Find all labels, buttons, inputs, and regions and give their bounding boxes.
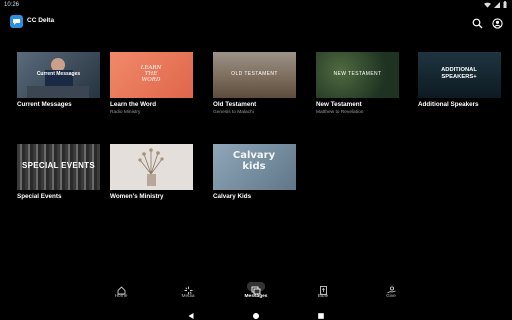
card-title: Calvary Kids: [213, 193, 252, 200]
nav-label: Bible: [317, 294, 329, 299]
search-icon[interactable]: [472, 16, 483, 29]
current-messages-thumbnail: Current Messages: [17, 52, 100, 98]
special-events-thumbnail: SPECIAL EVENTS: [17, 144, 100, 190]
additional-speakers-thumb-text: ADDITIONAL SPEAKERS+: [441, 67, 477, 80]
battery-icon: [503, 1, 507, 8]
current-messages-thumb-text: Current Messages: [36, 71, 81, 77]
app-title: CC Delta: [27, 17, 55, 24]
card-title: Learn the Word: [110, 101, 157, 108]
nav-label: Media: [181, 294, 195, 299]
card-title: Old Testament: [213, 101, 257, 108]
home-icon: [117, 282, 126, 295]
card-subtitle: Matthew to Revelation: [316, 110, 364, 115]
nav-label: Home: [114, 294, 128, 299]
recents-icon[interactable]: [317, 307, 325, 319]
back-icon[interactable]: [187, 307, 195, 319]
card-subtitle: Genesis to Malachi: [213, 110, 254, 115]
nav-media[interactable]: Media: [168, 282, 208, 299]
additional-speakers-thumbnail: ADDITIONAL SPEAKERS+: [418, 52, 501, 98]
new-testament-thumbnail: NEW TESTAMENT: [316, 52, 399, 98]
app-bar: CC Delta: [0, 11, 512, 33]
wifi-icon: [484, 2, 491, 8]
messages-icon: [247, 282, 265, 295]
dried-flowers-image: [138, 148, 164, 186]
card-title: Current Messages: [17, 101, 72, 108]
old-testament-thumb-text: OLD TESTAMENT: [231, 71, 278, 77]
nav-home[interactable]: Home: [101, 282, 141, 299]
learn-the-word-thumb-text: LEARN THE WORD: [140, 65, 162, 83]
system-navigation-bar: [0, 304, 512, 320]
calvary-kids-thumbnail: Calvary kids: [213, 144, 296, 190]
give-icon: [386, 282, 396, 294]
nav-messages[interactable]: Messages: [236, 282, 276, 299]
status-time: 10:26: [4, 2, 20, 8]
nav-give[interactable]: Give: [371, 282, 411, 299]
signal-icon: [494, 1, 500, 8]
card-title: Additional Speakers: [418, 101, 479, 108]
home-button-icon[interactable]: [252, 307, 260, 319]
card-title: Women's Ministry: [110, 193, 164, 200]
learn-the-word-thumbnail: LEARN THE WORD: [110, 52, 193, 98]
bottom-navigation: Home Media Messages Bible Give: [0, 278, 512, 304]
womens-ministry-thumbnail: [110, 144, 193, 190]
old-testament-thumbnail: OLD TESTAMENT: [213, 52, 296, 98]
system-icons: [484, 1, 507, 8]
media-icon: [184, 282, 193, 295]
bible-icon: [319, 282, 328, 295]
nav-label: Messages: [244, 294, 268, 299]
new-testament-thumb-text: NEW TESTAMENT: [333, 71, 382, 77]
card-title: New Testament: [316, 101, 362, 108]
nav-bible[interactable]: Bible: [303, 282, 343, 299]
account-icon[interactable]: [492, 16, 503, 29]
calvary-kids-thumb-text: Calvary kids: [232, 150, 276, 172]
status-bar: 10:26: [0, 0, 512, 11]
card-subtitle: Radio Ministry: [110, 110, 141, 115]
special-events-thumb-text: SPECIAL EVENTS: [22, 161, 95, 170]
nav-label: Give: [386, 294, 396, 299]
app-logo-icon: [10, 15, 23, 28]
card-title: Special Events: [17, 193, 62, 200]
